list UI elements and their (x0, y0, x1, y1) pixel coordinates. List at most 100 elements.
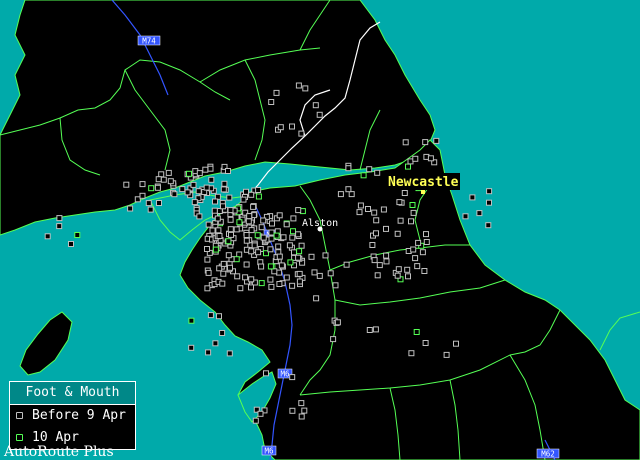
case-marker (373, 230, 379, 237)
case-marker (295, 254, 302, 261)
case-marker (165, 169, 172, 176)
case-marker (212, 246, 219, 253)
case-marker (171, 191, 178, 198)
case-marker (227, 226, 234, 233)
case-marker (268, 229, 275, 236)
case-marker (291, 249, 297, 256)
app-name: AutoRoute Plus (4, 444, 114, 460)
case-marker (409, 202, 416, 208)
case-marker (220, 186, 227, 193)
case-marker (295, 82, 302, 89)
case-marker (298, 413, 305, 420)
case-marker (204, 246, 210, 252)
case-marker (380, 206, 387, 213)
case-marker (405, 273, 411, 280)
case-marker (216, 313, 222, 320)
case-marker (258, 224, 265, 231)
case-marker (123, 181, 130, 188)
case-marker (283, 221, 290, 228)
case-marker (248, 191, 255, 198)
case-marker (242, 274, 249, 281)
case-marker (422, 139, 429, 146)
case-marker (275, 243, 282, 250)
case-marker (212, 340, 219, 347)
newcastle-marker[interactable] (421, 190, 425, 194)
case-marker (203, 184, 210, 191)
case-marker (207, 312, 214, 319)
case-marker (202, 166, 209, 173)
case-marker (278, 262, 285, 269)
case-marker (283, 274, 290, 281)
case-marker (462, 213, 469, 220)
case-marker (396, 199, 403, 206)
case-marker (332, 282, 339, 289)
case-marker (267, 263, 274, 270)
case-marker (419, 249, 426, 256)
case-marker (330, 336, 337, 343)
case-marker (251, 242, 258, 249)
case-marker (211, 207, 218, 214)
case-marker (191, 199, 198, 206)
case-marker (255, 249, 262, 256)
case-marker (476, 210, 483, 217)
case-marker (289, 234, 296, 241)
road-label: M62 (541, 450, 555, 459)
case-marker (260, 234, 267, 241)
case-marker (433, 137, 440, 144)
case-marker (205, 269, 212, 276)
case-marker (394, 272, 401, 279)
case-marker (243, 232, 250, 238)
case-marker (254, 232, 261, 239)
case-marker (267, 246, 274, 253)
legend-item-label: Before 9 Apr (32, 408, 126, 423)
case-marker (252, 417, 259, 424)
case-marker (228, 231, 234, 238)
case-marker (485, 222, 492, 229)
case-marker (227, 264, 233, 271)
case-marker (453, 340, 459, 347)
case-marker (366, 327, 373, 333)
case-marker (139, 181, 146, 188)
case-marker (186, 170, 192, 177)
case-marker (179, 186, 186, 193)
case-marker (154, 184, 161, 191)
case-marker (394, 230, 401, 237)
case-marker (423, 231, 429, 238)
case-marker (190, 181, 197, 188)
case-marker (226, 350, 233, 357)
case-marker (147, 206, 154, 213)
case-marker (298, 130, 305, 137)
case-marker (188, 344, 195, 351)
case-marker (296, 248, 303, 255)
case-marker (289, 123, 295, 130)
road-label: M6 (264, 447, 274, 456)
case-marker (295, 231, 302, 238)
case-marker (216, 233, 223, 239)
case-marker (209, 227, 216, 234)
case-marker (313, 295, 320, 302)
case-marker (219, 280, 226, 287)
case-marker (322, 252, 329, 259)
alston-label: Alston (302, 218, 338, 229)
case-marker (312, 102, 319, 109)
case-marker (215, 227, 222, 234)
case-marker (255, 187, 262, 193)
case-marker (486, 199, 492, 206)
case-marker (276, 281, 283, 287)
case-marker (204, 285, 211, 292)
case-marker (360, 172, 367, 179)
case-marker (407, 158, 414, 165)
newcastle-label: Newcastle (388, 175, 459, 190)
case-marker (298, 400, 305, 407)
case-marker (233, 256, 240, 263)
case-marker (486, 188, 493, 195)
case-marker (383, 258, 390, 265)
case-marker (311, 269, 318, 276)
case-marker (289, 407, 296, 414)
case-marker (267, 276, 274, 283)
case-marker (226, 194, 233, 201)
case-marker (268, 235, 275, 242)
case-marker (290, 228, 296, 235)
case-marker (415, 239, 422, 246)
case-marker (271, 268, 278, 275)
